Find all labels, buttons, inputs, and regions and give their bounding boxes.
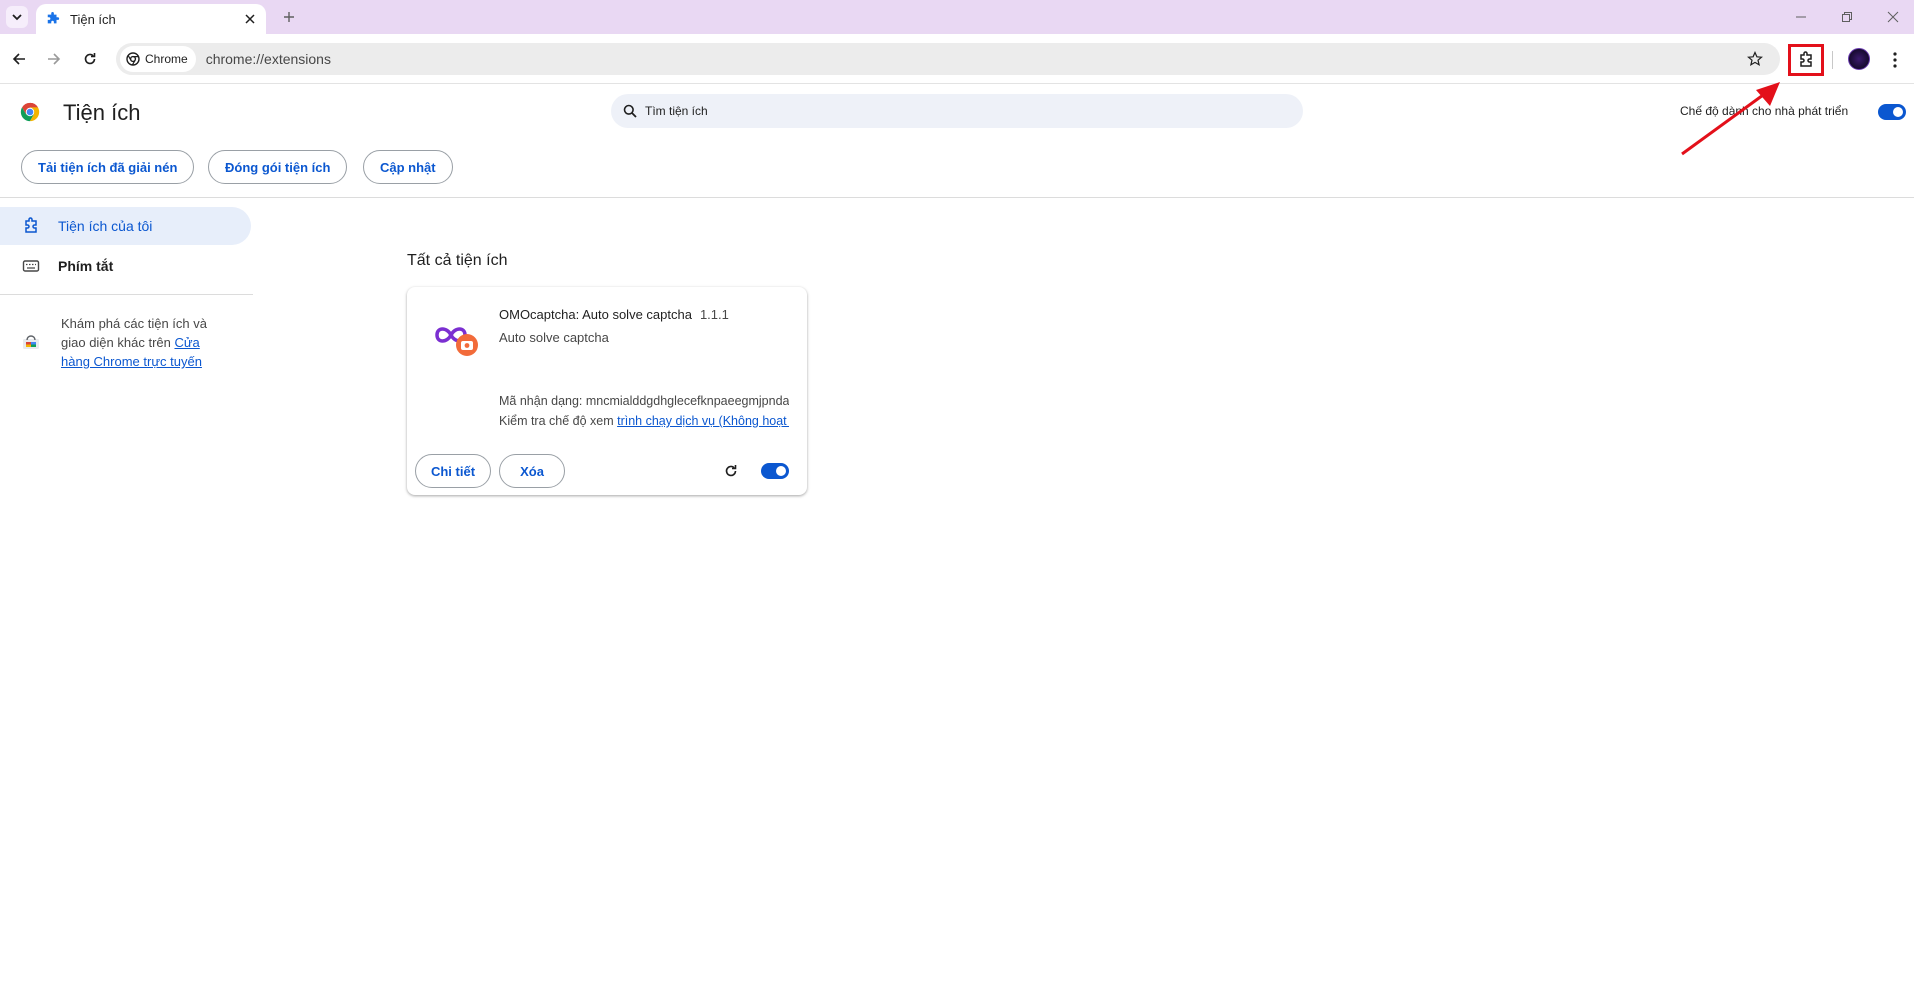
close-icon (1887, 11, 1899, 23)
extensions-menu-button[interactable] (1788, 44, 1824, 76)
restore-icon (1842, 12, 1852, 22)
chrome-web-store-icon (23, 335, 39, 349)
back-button[interactable] (4, 44, 34, 74)
tab-extensions[interactable]: Tiện ích (36, 4, 266, 34)
inspect-prefix: Kiểm tra chế độ xem (499, 414, 618, 428)
browser-menu-button[interactable] (1884, 47, 1906, 73)
close-tab-icon[interactable] (238, 7, 262, 31)
toggle-knob (776, 466, 786, 476)
developer-mode-toggle[interactable] (1878, 104, 1906, 120)
url-text: chrome://extensions (205, 51, 331, 67)
extension-name: OMOcaptcha: Auto solve captcha 1.1.1 (499, 307, 729, 322)
remove-button[interactable]: Xóa (499, 454, 565, 488)
address-bar[interactable]: Chrome chrome://extensions (116, 43, 1780, 75)
inspect-views: Kiểm tra chế độ xem trình chạy dịch vụ (… (499, 414, 789, 428)
arrow-right-icon (48, 53, 61, 65)
minimize-icon (1796, 16, 1806, 18)
search-icon (623, 104, 637, 118)
sidebar-divider (0, 294, 253, 295)
minimize-button[interactable] (1778, 4, 1824, 30)
tab-title: Tiện ích (70, 11, 116, 27)
keyboard-icon (22, 260, 40, 272)
puzzle-icon (1800, 51, 1812, 67)
tab-strip: Tiện ích (0, 0, 1914, 34)
extension-title: OMOcaptcha: Auto solve captcha (499, 307, 692, 322)
extension-description: Auto solve captcha (499, 330, 609, 345)
search-input[interactable] (645, 104, 1245, 118)
all-extensions-heading: Tất cả tiện ích (407, 252, 508, 269)
extension-id: Mã nhận dạng: mncmialddgdhglecefknpaeegm… (499, 394, 789, 408)
sidebar-item-shortcuts[interactable]: Phím tắt (0, 247, 251, 285)
red-arrow-annotation (1681, 82, 1780, 156)
extensions-header: Tiện ích Chế độ dành cho nhà phát triển … (0, 84, 1914, 198)
explore-web-store-text: Khám phá các tiện ích và giao diện khác … (61, 314, 231, 371)
chevron-down-icon (12, 14, 22, 21)
toolbar-divider (1832, 51, 1833, 69)
browser-toolbar: Chrome chrome://extensions (0, 34, 1914, 84)
extension-id-text: Mã nhận dạng: mncmialddgdhglecefknpaeegm… (499, 394, 789, 408)
toggle-knob (1893, 107, 1903, 117)
sidebar-item-label: Phím tắt (58, 258, 114, 274)
puzzle-icon (47, 12, 60, 24)
puzzle-icon (25, 217, 37, 233)
tab-search-button[interactable] (6, 6, 28, 28)
search-extensions-box[interactable] (611, 94, 1303, 128)
extension-version: 1.1.1 (699, 307, 729, 322)
chrome-logo-icon (20, 102, 40, 122)
extension-enable-toggle[interactable] (761, 463, 789, 479)
restore-button[interactable] (1824, 4, 1870, 30)
reload-icon (725, 465, 737, 477)
sidebar-item-label: Tiện ích của tôi (58, 218, 153, 234)
page-title: Tiện ích (63, 100, 141, 125)
update-button[interactable]: Cập nhật (363, 150, 453, 184)
pack-extension-button[interactable]: Đóng gói tiện ích (208, 150, 348, 184)
arrow-left-icon (12, 53, 25, 65)
extension-card: OMOcaptcha: Auto solve captcha 1.1.1 Auto… (407, 287, 807, 495)
chrome-icon (126, 52, 140, 66)
omocaptcha-logo-icon (435, 327, 478, 356)
more-vert-icon (1893, 52, 1897, 68)
reload-extension-button[interactable] (721, 461, 741, 481)
details-button[interactable]: Chi tiết (415, 454, 491, 488)
sidebar-item-my-extensions[interactable]: Tiện ích của tôi (0, 207, 251, 245)
close-window-button[interactable] (1870, 4, 1914, 30)
new-tab-button[interactable] (276, 6, 302, 28)
reload-button[interactable] (75, 44, 105, 74)
chip-label: Chrome (145, 52, 188, 66)
bookmark-star-button[interactable] (1744, 48, 1766, 70)
plus-icon (284, 12, 294, 22)
site-info-chip[interactable]: Chrome (120, 46, 196, 72)
service-worker-link[interactable]: trình chạy dịch vụ (Không hoạt động) (617, 414, 789, 428)
reload-icon (84, 53, 96, 65)
load-unpacked-button[interactable]: Tải tiện ích đã giải nén (21, 150, 195, 184)
forward-button[interactable] (39, 44, 69, 74)
star-icon (1747, 51, 1763, 67)
profile-avatar[interactable] (1848, 48, 1870, 70)
